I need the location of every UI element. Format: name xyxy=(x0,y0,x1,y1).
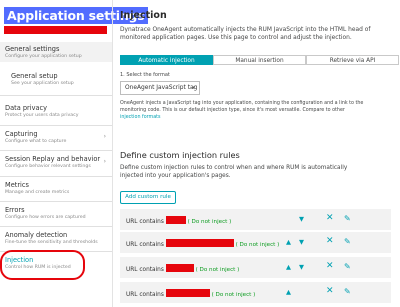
rules-description: Define custom injection rules to control… xyxy=(120,165,348,179)
sidebar-item-sub: Fine-tune the sensitivity and thresholds xyxy=(5,240,98,245)
close-icon[interactable]: ✕ xyxy=(326,213,334,223)
sidebar-item-label: General setup xyxy=(11,72,58,80)
chevron-down-icon: ▾ xyxy=(192,85,195,91)
rule-text: URL contains ( Do not inject ) xyxy=(126,289,255,298)
sidebar-item-label: Session Replay and behavior xyxy=(5,155,101,163)
main-panel: Injection Dynatrace OneAgent automatical… xyxy=(112,0,400,307)
pencil-icon[interactable]: ✎ xyxy=(344,287,351,296)
highlight-circle xyxy=(0,250,85,280)
rule-note: ( Do not inject ) xyxy=(187,219,232,225)
rule-text: URL contains ( Do not inject ) xyxy=(126,239,279,248)
sidebar-item-sub: See your application setup xyxy=(11,81,74,86)
rule-prefix: URL contains xyxy=(126,242,164,248)
sidebar-item-label: Data privacy xyxy=(5,104,48,112)
rule-row: URL contains ( Do not inject ) ▲ ✕ ✎ xyxy=(120,282,391,303)
sidebar-item-session-replay[interactable]: Session Replay and behavior Configure be… xyxy=(0,155,112,175)
sidebar-item-label: Errors xyxy=(5,206,25,214)
rule-text: URL contains ( Do not inject ) xyxy=(126,216,231,225)
tab-manual-insertion[interactable]: Manual insertion xyxy=(213,55,306,65)
redaction-bar xyxy=(165,239,234,247)
rule-note: ( Do not inject ) xyxy=(195,267,240,273)
sidebar-item-metrics[interactable]: Metrics Manage and create metrics xyxy=(0,181,112,201)
sidebar-item-general-settings[interactable]: General settings Configure your applicat… xyxy=(0,42,112,62)
arrow-down-icon[interactable]: ▼ xyxy=(299,263,304,271)
sidebar-item-sub: Configure behavior relevant settings xyxy=(5,164,91,169)
arrow-up-icon[interactable]: ▲ xyxy=(286,238,291,246)
rule-note: ( Do not inject ) xyxy=(211,292,256,298)
redaction-bar xyxy=(165,216,186,224)
rule-text: URL contains ( Do not inject ) xyxy=(126,264,239,273)
arrow-up-icon[interactable]: ▲ xyxy=(286,263,291,271)
rule-note: ( Do not inject ) xyxy=(235,242,280,248)
rules-title: Define custom injection rules xyxy=(120,150,240,160)
arrow-down-icon[interactable]: ▼ xyxy=(299,238,304,246)
format-select-value: OneAgent JavaScript tag xyxy=(125,85,198,91)
sidebar-item-label: Capturing xyxy=(5,130,38,138)
rule-row: URL contains ( Do not inject ) ▲ ▼ ✕ ✎ xyxy=(120,257,391,278)
pencil-icon[interactable]: ✎ xyxy=(344,262,351,271)
sidebar-item-sub: Protect your users data privacy xyxy=(5,113,79,118)
tab-retrieve-via-api[interactable]: Retrieve via API xyxy=(306,55,399,65)
format-description: OneAgent injects a JavaScript tag into y… xyxy=(120,101,364,113)
intro-text: Dynatrace OneAgent automatically injects… xyxy=(120,27,371,41)
rule-prefix: URL contains xyxy=(126,219,164,225)
add-custom-rule-button[interactable]: Add custom rule xyxy=(120,191,176,204)
redaction-bar xyxy=(165,264,194,272)
divider xyxy=(0,176,112,177)
injection-tabs: Automatic injection Manual insertion Ret… xyxy=(120,55,399,65)
rule-row: URL contains ( Do not inject ) ▼ ✕ ✎ xyxy=(120,209,391,230)
sidebar-item-capturing[interactable]: Capturing Configure what to capture › xyxy=(0,130,112,150)
redaction-bar xyxy=(4,26,107,34)
sidebar-item-anomaly-detection[interactable]: Anomaly detection Fine-tune the sensitiv… xyxy=(0,231,112,251)
sidebar-item-label: General settings xyxy=(5,45,60,53)
redaction-bar xyxy=(165,289,210,297)
sidebar-item-sub: Configure your application setup xyxy=(5,54,82,59)
close-icon[interactable]: ✕ xyxy=(326,236,334,246)
rule-prefix: URL contains xyxy=(126,292,164,298)
sidebar-item-sub: Configure how errors are captured xyxy=(5,215,86,220)
divider xyxy=(0,226,112,227)
pencil-icon[interactable]: ✎ xyxy=(344,237,351,246)
close-icon[interactable]: ✕ xyxy=(326,261,334,271)
format-label: 1. Select the format xyxy=(120,72,170,78)
sidebar: Application settings General settings Co… xyxy=(0,0,148,307)
rule-row: URL contains ( Do not inject ) ▲ ▼ ✕ ✎ xyxy=(120,232,391,253)
rule-prefix: URL contains xyxy=(126,267,164,273)
section-title: Injection xyxy=(120,10,167,21)
arrow-up-icon[interactable]: ▲ xyxy=(286,288,291,296)
divider xyxy=(0,125,112,126)
chevron-right-icon: › xyxy=(103,158,106,165)
sidebar-item-sub: Manage and create metrics xyxy=(5,190,70,195)
tab-automatic-injection[interactable]: Automatic injection xyxy=(120,55,213,65)
arrow-down-icon[interactable]: ▼ xyxy=(299,215,304,223)
sidebar-item-label: Anomaly detection xyxy=(5,231,68,239)
divider xyxy=(0,150,112,151)
sidebar-item-data-privacy[interactable]: Data privacy Protect your users data pri… xyxy=(0,104,112,124)
pencil-icon[interactable]: ✎ xyxy=(344,214,351,223)
sidebar-item-errors[interactable]: Errors Configure how errors are captured xyxy=(0,206,112,226)
chevron-right-icon: › xyxy=(103,133,106,140)
sidebar-item-general-setup[interactable]: General setup See your application setup xyxy=(0,72,112,92)
format-select[interactable]: OneAgent JavaScript tag ▾ xyxy=(120,81,200,95)
sidebar-item-sub: Configure what to capture xyxy=(5,139,67,144)
divider xyxy=(0,95,112,96)
close-icon[interactable]: ✕ xyxy=(326,286,334,296)
sidebar-item-label: Metrics xyxy=(5,181,29,189)
injection-formats-link[interactable]: injection formats xyxy=(120,115,161,120)
divider xyxy=(0,201,112,202)
